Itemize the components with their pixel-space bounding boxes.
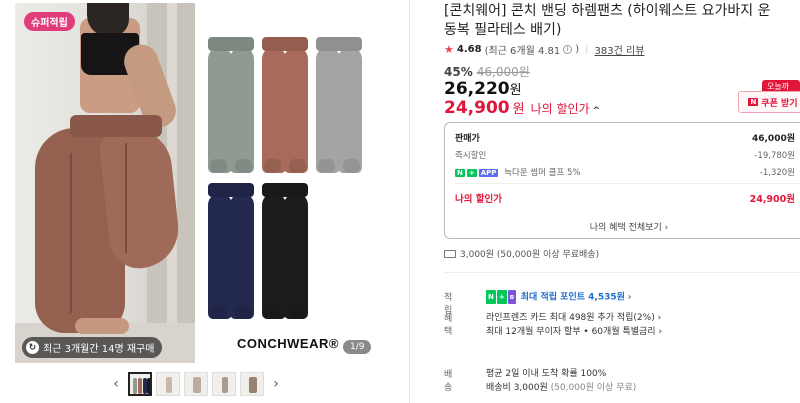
main-product-photo[interactable]: [15, 3, 195, 363]
thumbnail[interactable]: [128, 372, 152, 396]
chevron-right-icon: ›: [657, 313, 662, 323]
coupon-button-label: 쿠폰 받기: [761, 98, 798, 109]
breakdown-value: -1,320원: [759, 168, 795, 178]
sale-price-value: 26,220: [444, 79, 510, 99]
breakdown-row-app: N + APP 늑다운 썸머 클프 5% -1,320원: [455, 166, 795, 178]
prev-image-icon[interactable]: ‹: [108, 372, 124, 396]
section-label: 혜택: [444, 314, 453, 337]
repurchase-badge: ↻ 최근 3개월간 14명 재구매: [22, 337, 163, 358]
breakdown-label: 판매가: [455, 134, 480, 144]
pants-variant-brown: [262, 37, 308, 173]
delivery-probability: 평균 2일 이내 도착 확률 100%: [486, 369, 607, 379]
super-points-badge: 슈퍼적립: [24, 12, 75, 31]
truck-icon: [444, 249, 456, 258]
chevron-right-icon: ›: [627, 292, 632, 303]
image-counter: 1/9: [343, 340, 372, 354]
naver-n-icon: N: [748, 98, 759, 106]
rating-row: ★ 4.68 (최근 6개월 4.81 i ) | 383건 리뷰: [444, 42, 645, 57]
breakdown-value: 24,900원: [749, 194, 795, 205]
next-image-icon[interactable]: ›: [268, 372, 284, 396]
price-breakdown-box: 판매가 46,000원 즉시할인 -19,780원 N + APP 늑다운 썸머 클…: [444, 122, 800, 239]
divider: [444, 272, 800, 273]
max-points-link[interactable]: 최대 적립 포인트 4,535원: [521, 293, 625, 303]
delivery-fee-note: (50,000원 이상 무료): [550, 383, 637, 393]
breakdown-value: 46,000원: [751, 134, 795, 144]
discount-row: 45% 46,000원: [444, 63, 530, 80]
thumbnail[interactable]: [156, 372, 180, 396]
discount-percent: 45%: [444, 65, 473, 79]
breakdown-row-sale: 판매가 46,000원: [455, 131, 795, 144]
product-title: [콘치웨어] 콘치 밴딩 하렘팬츠 (하이웨스트 요가바지 운동복 필라테스 배…: [444, 3, 771, 38]
reviews-link[interactable]: 383건 리뷰: [595, 42, 645, 57]
shipping-summary: 3,000원 (50,000원 이상 무료배송): [444, 247, 599, 260]
npay-app-icon: N + APP: [455, 169, 499, 177]
divider: [455, 183, 800, 184]
sale-price: 26,220원: [444, 79, 522, 99]
chevron-up-icon: ^: [592, 106, 601, 116]
breakdown-label: 늑다운 썸머 클프 5%: [504, 168, 581, 178]
delivery-fee: 배송비 3,000원: [486, 383, 548, 393]
breakdown-label: 즉시할인: [455, 151, 487, 161]
shipping-text: 3,000원 (50,000원 이상 무료배송): [460, 250, 600, 260]
all-benefits-link[interactable]: 나의 혜택 전체보기 ›: [445, 220, 800, 233]
star-icon: ★: [444, 43, 454, 56]
product-gallery: 슈퍼적립 ↻ 최근 3개월간 14명 재구매 CONCHWEAR® 1/9 ‹: [0, 0, 405, 403]
section-label: 배송: [444, 370, 453, 393]
info-icon[interactable]: i: [563, 45, 573, 54]
card-benefit-link[interactable]: 라인프렌즈 카드 최대 498원 추가 적립(2%): [486, 313, 655, 323]
thumbnail-strip: ‹ ›: [108, 372, 284, 396]
brand-logo: CONCHWEAR®: [237, 336, 339, 351]
chevron-right-icon: ›: [658, 327, 663, 337]
breakdown-row-instant: 즉시할인 -19,780원: [455, 149, 795, 161]
won-unit: 원: [512, 102, 525, 117]
product-info-panel: [콘치웨어] 콘치 밴딩 하렘팬츠 (하이웨스트 요가바지 운동복 필라테스 배…: [409, 0, 800, 403]
recent-rating: (최근 6개월 4.81: [484, 46, 561, 57]
repeat-icon: ↻: [26, 341, 39, 354]
my-price-label: 나의 할인가: [530, 102, 590, 116]
breakdown-row-my-price: 나의 할인가 24,900원: [455, 191, 795, 205]
breakdown-value: -19,780원: [754, 151, 795, 161]
my-discount-price[interactable]: 24,900 원 나의 할인가 ^: [444, 98, 600, 118]
pants-variant-light-gray: [316, 37, 362, 173]
thumbnail[interactable]: [212, 372, 236, 396]
installment-link[interactable]: 최대 12개월 무이자 할부 • 60개월 특별금리: [486, 327, 656, 337]
rating-score: 4.68: [456, 44, 482, 55]
chevron-right-icon: ›: [664, 223, 669, 233]
won-unit: 원: [509, 83, 522, 98]
thumbnail[interactable]: [184, 372, 208, 396]
all-benefits-label: 나의 혜택 전체보기: [589, 223, 662, 233]
breakdown-label: 나의 할인가: [455, 194, 503, 205]
pants-variant-navy: [208, 183, 254, 319]
original-price: 46,000원: [476, 65, 530, 79]
coupon-button[interactable]: N 쿠폰 받기: [738, 91, 800, 113]
pants-variant-black: [262, 183, 308, 319]
repurchase-text: 최근 3개월간 14명 재구매: [43, 344, 155, 355]
pants-variant-gray-green: [208, 37, 254, 173]
recent-rating-close: ): [575, 44, 580, 55]
my-price-value: 24,900: [444, 98, 510, 118]
thumbnail[interactable]: [240, 372, 264, 396]
npay-point-icon: N + ꞩ: [486, 290, 516, 304]
